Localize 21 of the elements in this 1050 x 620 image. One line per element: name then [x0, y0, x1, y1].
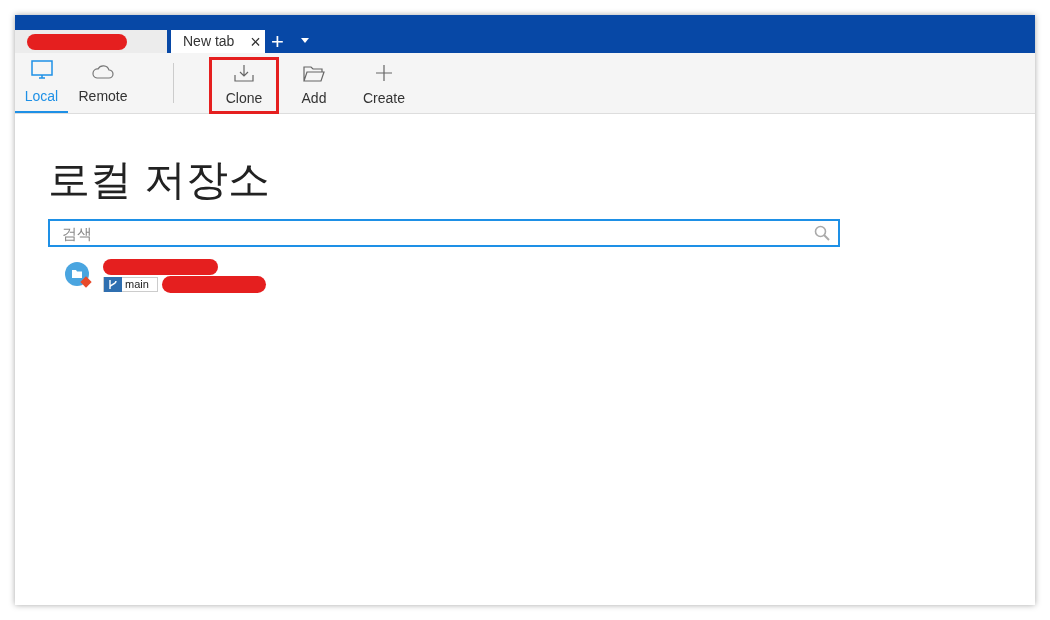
branch-icon	[104, 277, 122, 292]
tab-label: New tab	[183, 32, 235, 51]
close-icon[interactable]: ×	[250, 32, 261, 51]
folder-icon	[303, 66, 325, 82]
repository-icon	[65, 262, 93, 290]
dropdown-icon[interactable]	[299, 38, 310, 44]
search-field[interactable]: 검색	[48, 219, 840, 247]
toolbar-button[interactable]: Add	[279, 57, 349, 114]
search-icon	[814, 225, 830, 241]
plus-icon	[375, 64, 393, 82]
new-tab-button[interactable]: +	[264, 30, 290, 53]
toolbar-button[interactable]: Create	[349, 57, 419, 114]
page-heading: 로컬 저장소	[48, 159, 271, 201]
view-tab[interactable]: Remote	[68, 53, 138, 113]
tab[interactable]: New tab ×	[169, 30, 265, 53]
monitor-icon	[30, 60, 53, 80]
cloud-icon	[92, 64, 114, 80]
toolbar-button[interactable]: Clone	[209, 57, 279, 114]
tab[interactable]	[15, 30, 167, 53]
branch-name: main	[125, 277, 149, 293]
download-icon	[234, 64, 254, 82]
